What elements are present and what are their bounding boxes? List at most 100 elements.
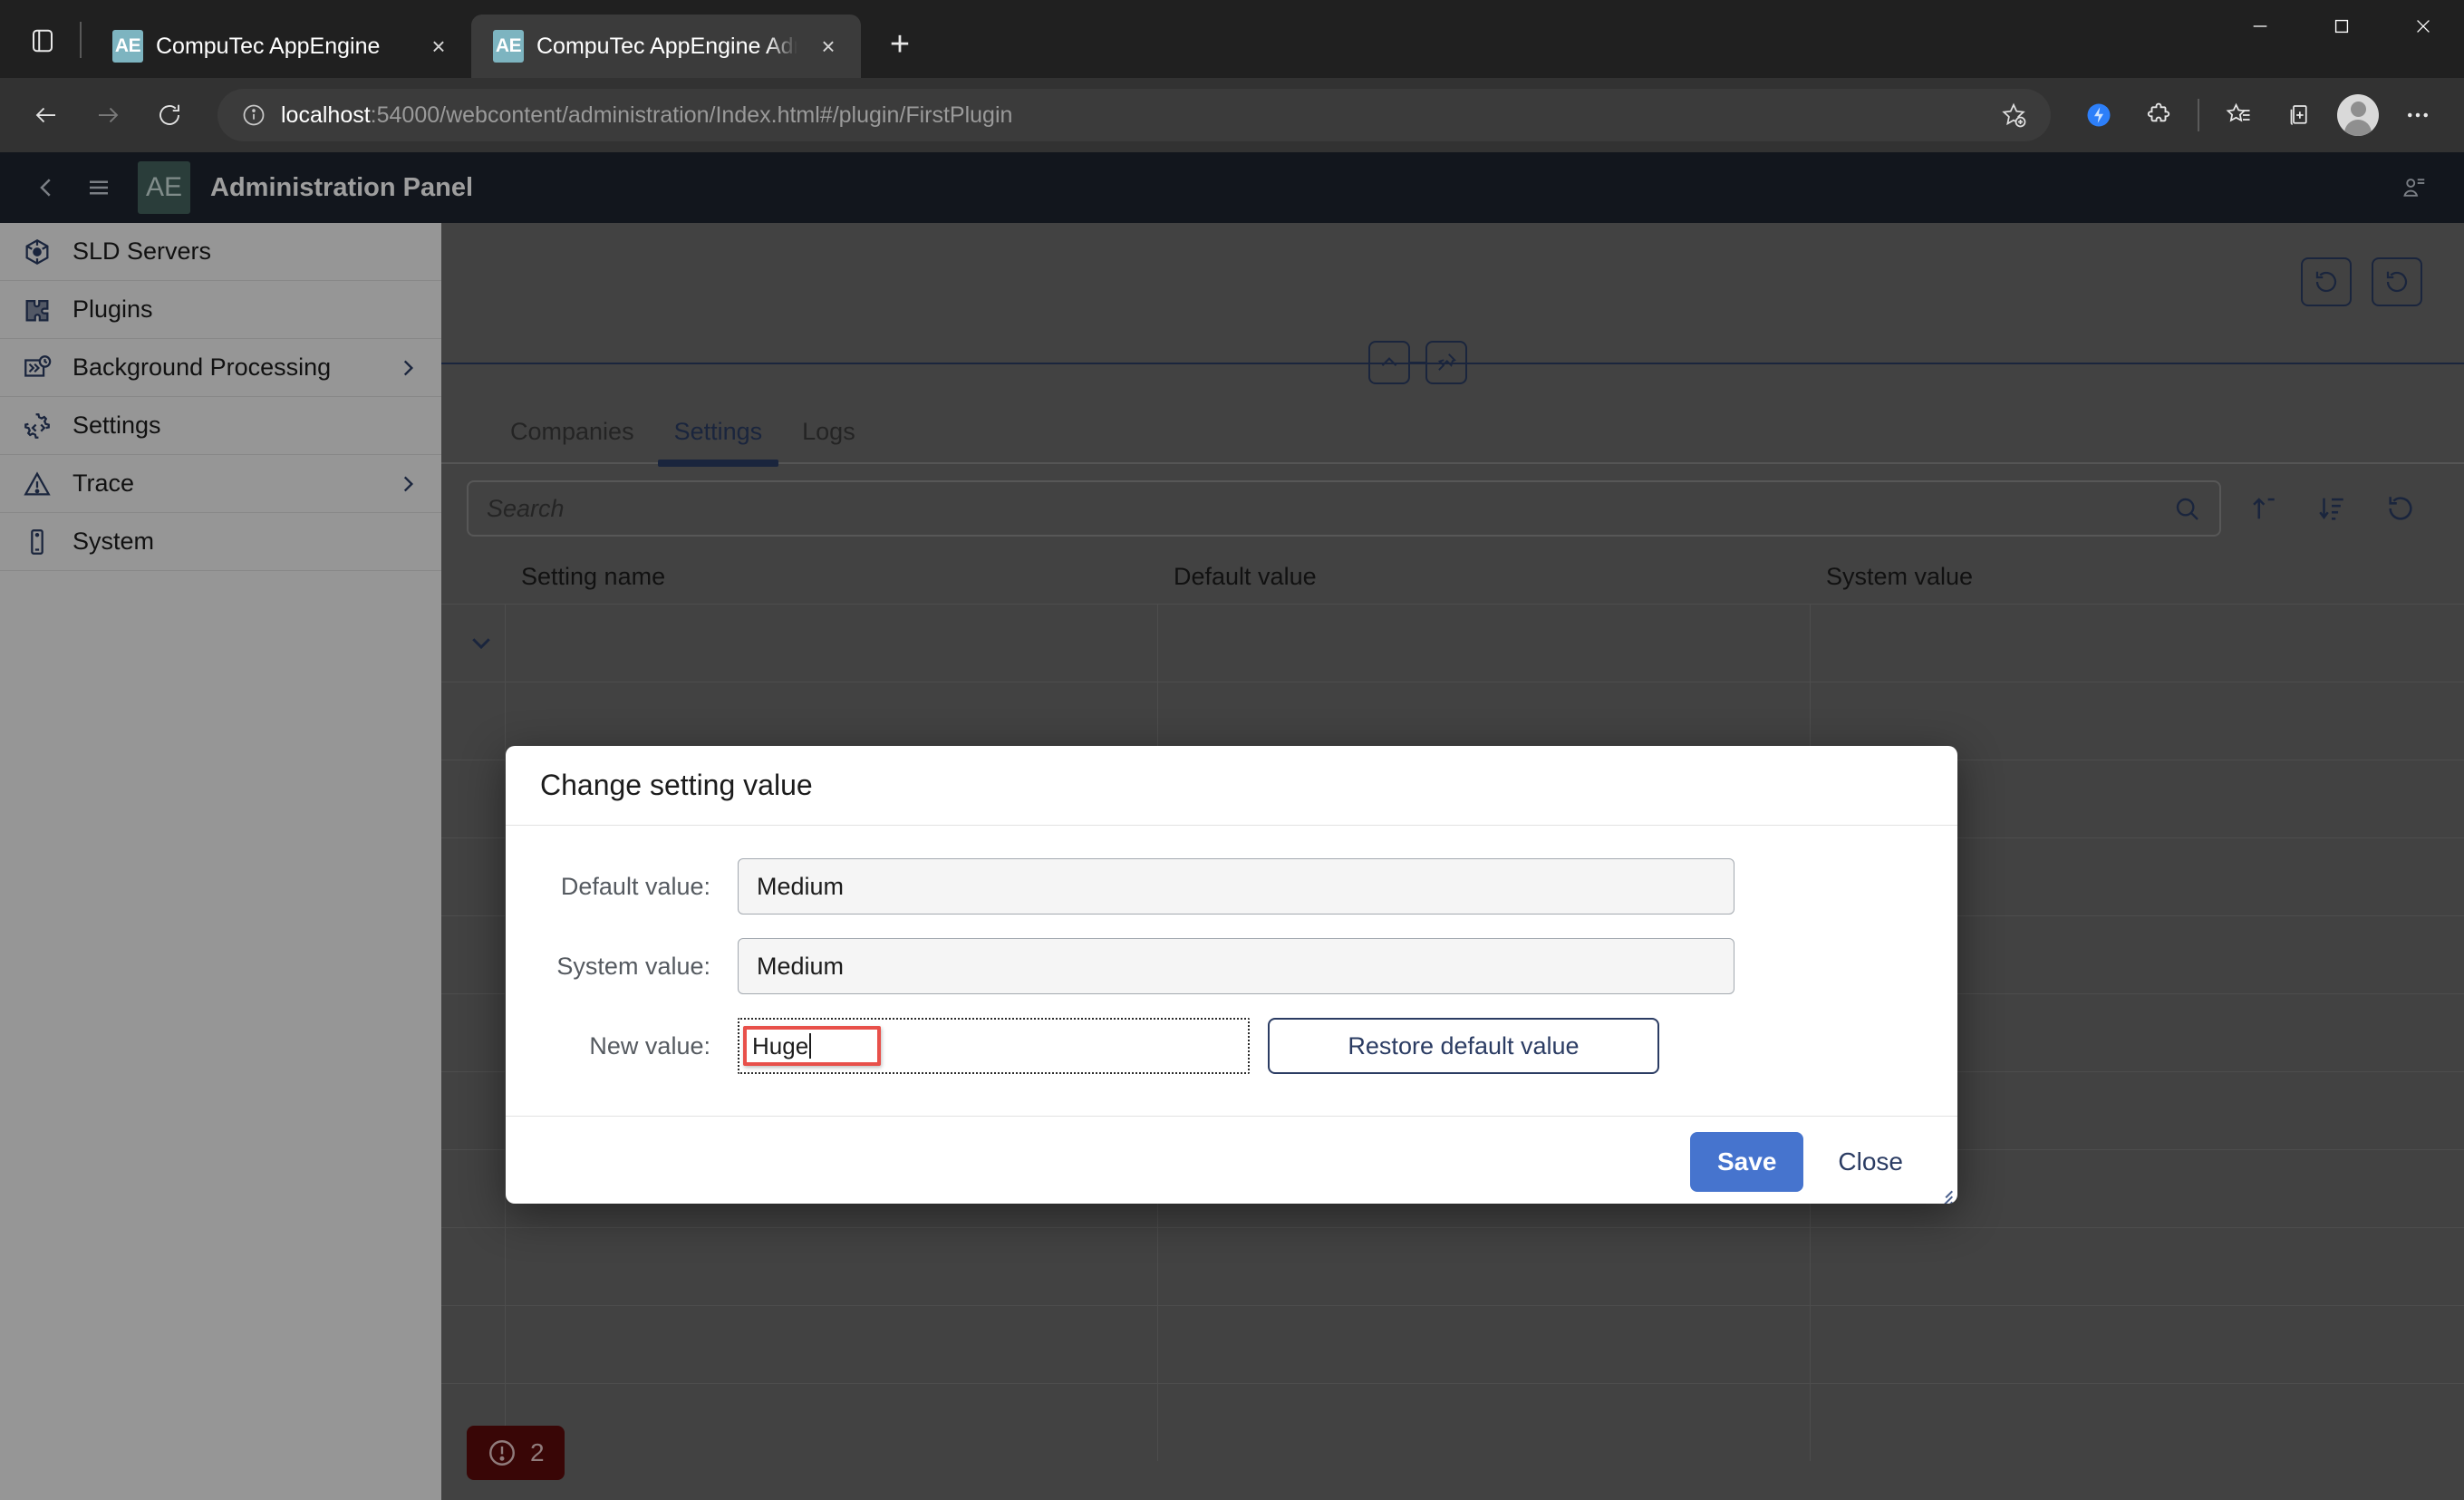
tab-title: CompuTec AppEngine Administr (536, 33, 797, 59)
maximize-icon[interactable] (2301, 0, 2382, 53)
resize-handle[interactable] (1929, 1179, 1953, 1204)
row-expand-cell (441, 759, 506, 837)
user-list-icon[interactable] (2388, 161, 2440, 214)
sidebar-item-plugins[interactable]: Plugins (0, 281, 441, 339)
divider-controls (1368, 341, 1467, 384)
forward-arrow-icon[interactable] (80, 87, 136, 143)
sidebar-item-sld-servers[interactable]: SLD Servers (0, 223, 441, 281)
collapse-rows-icon[interactable] (2236, 481, 2290, 536)
url-text: localhost:54000/webcontent/administratio… (281, 102, 1012, 129)
sidebar-item-label: Background Processing (72, 353, 332, 381)
reload-icon[interactable] (141, 87, 198, 143)
content-top-bar (441, 223, 2464, 341)
table-row[interactable] (441, 1304, 2464, 1383)
pin-button[interactable] (1425, 341, 1467, 384)
search-input[interactable]: Search (467, 480, 2221, 537)
minimize-icon[interactable] (2219, 0, 2301, 53)
row-expand-cell (441, 1148, 506, 1227)
back-arrow-icon[interactable] (18, 87, 74, 143)
row-default-value (1157, 1226, 1811, 1305)
page-title: Administration Panel (210, 172, 474, 202)
sidebar-item-settings[interactable]: Settings (0, 397, 441, 455)
restore-default-value-button[interactable]: Restore default value (1268, 1018, 1659, 1074)
search-icon[interactable] (2172, 494, 2201, 523)
status-badge-count: 2 (530, 1438, 545, 1466)
table-row[interactable] (441, 603, 2464, 682)
row-expand-cell[interactable] (441, 603, 506, 682)
row-system-value (1810, 1382, 2464, 1461)
dialog-footer: Save Close (506, 1116, 1957, 1204)
panel-divider (441, 341, 2464, 393)
refresh-button-1[interactable] (2301, 257, 2352, 306)
table-row[interactable] (441, 1226, 2464, 1305)
table-row[interactable] (441, 1382, 2464, 1461)
hamburger-menu-icon[interactable] (72, 161, 125, 214)
row-expand-cell (441, 915, 506, 993)
warning-triangle-icon (20, 467, 54, 501)
extensions-icon[interactable] (2131, 87, 2187, 143)
profile-avatar[interactable] (2330, 87, 2386, 143)
chevron-right-icon (396, 472, 420, 496)
sort-descending-icon[interactable] (2305, 481, 2359, 536)
address-bar[interactable]: localhost:54000/webcontent/administratio… (217, 89, 2051, 141)
sidebar-item-background-processing[interactable]: Background Processing (0, 339, 441, 397)
tab-logs[interactable]: Logs (782, 418, 875, 462)
browser-window: AE CompuTec AppEngine × AE CompuTec AppE… (0, 0, 2464, 1500)
default-value-field: Medium (738, 858, 1734, 915)
close-icon[interactable] (2382, 0, 2464, 53)
header-right (2388, 161, 2440, 214)
save-button[interactable]: Save (1690, 1131, 1804, 1192)
dialog-body: Default value: Medium System value: Medi… (506, 826, 1957, 1116)
new-value-text: Huge (752, 1031, 809, 1060)
background-process-icon (20, 351, 54, 385)
new-value-input[interactable]: Huge (743, 1026, 881, 1066)
chevron-down-icon[interactable] (458, 629, 505, 656)
column-header-system-value[interactable]: System value (1810, 553, 2464, 604)
sidebar-item-label: Settings (72, 411, 161, 439)
refresh-button-2[interactable] (2372, 257, 2422, 306)
system-value-field: Medium (738, 938, 1734, 994)
refresh-table-button[interactable] (2373, 481, 2428, 536)
collections-icon[interactable] (2270, 87, 2326, 143)
url-path: :54000/webcontent/administration/Index.h… (370, 102, 1013, 128)
collapse-button[interactable] (1368, 341, 1410, 384)
cancel-button[interactable]: Close (1818, 1132, 1923, 1192)
browser-toolbar: localhost:54000/webcontent/administratio… (0, 78, 2464, 152)
new-tab-button[interactable]: + (874, 18, 926, 71)
tab-close-icon[interactable]: × (420, 28, 457, 64)
tabstrip-divider (80, 22, 82, 58)
row-system-value (1810, 603, 2464, 682)
search-placeholder: Search (487, 494, 565, 522)
row-setting-name (505, 1382, 1158, 1461)
page-viewport: AE Administration Panel SLD Servers Plug… (0, 152, 2464, 1500)
browser-tab-1[interactable]: AE CompuTec AppEngine × (91, 15, 471, 78)
new-value-focus-ring: Huge (738, 1018, 1250, 1074)
row-expand-cell (441, 1226, 506, 1305)
favorites-icon[interactable] (2210, 87, 2266, 143)
change-setting-value-dialog: Change setting value Default value: Medi… (506, 746, 1957, 1204)
url-host: localhost (281, 102, 371, 128)
server-cube-icon (20, 235, 54, 269)
back-chevron-icon[interactable] (20, 161, 72, 214)
column-header-default-value[interactable]: Default value (1157, 553, 1810, 604)
copilot-icon[interactable] (2071, 87, 2127, 143)
new-value-label: New value: (589, 1031, 710, 1060)
settings-more-icon[interactable] (2390, 87, 2446, 143)
row-expand-cell (441, 681, 506, 760)
error-circle-icon (489, 1440, 515, 1466)
tab-settings[interactable]: Settings (654, 418, 783, 467)
tab-companies[interactable]: Companies (490, 418, 654, 462)
add-favorite-icon[interactable] (2000, 102, 2027, 129)
browser-tab-2[interactable]: AE CompuTec AppEngine Administr × (471, 15, 861, 78)
row-expand-cell (441, 837, 506, 915)
sidebar-item-system[interactable]: System (0, 513, 441, 571)
tab-actions-icon[interactable] (14, 13, 71, 69)
toolbar-icons (2071, 87, 2446, 143)
status-badge[interactable]: 2 (467, 1426, 565, 1480)
system-device-icon (20, 525, 54, 559)
tab-close-icon[interactable]: × (810, 28, 846, 64)
site-info-icon[interactable] (241, 102, 266, 128)
browser-tabstrip: AE CompuTec AppEngine × AE CompuTec AppE… (0, 0, 2464, 78)
column-header-setting-name[interactable]: Setting name (505, 553, 1157, 604)
sidebar-item-trace[interactable]: Trace (0, 455, 441, 513)
